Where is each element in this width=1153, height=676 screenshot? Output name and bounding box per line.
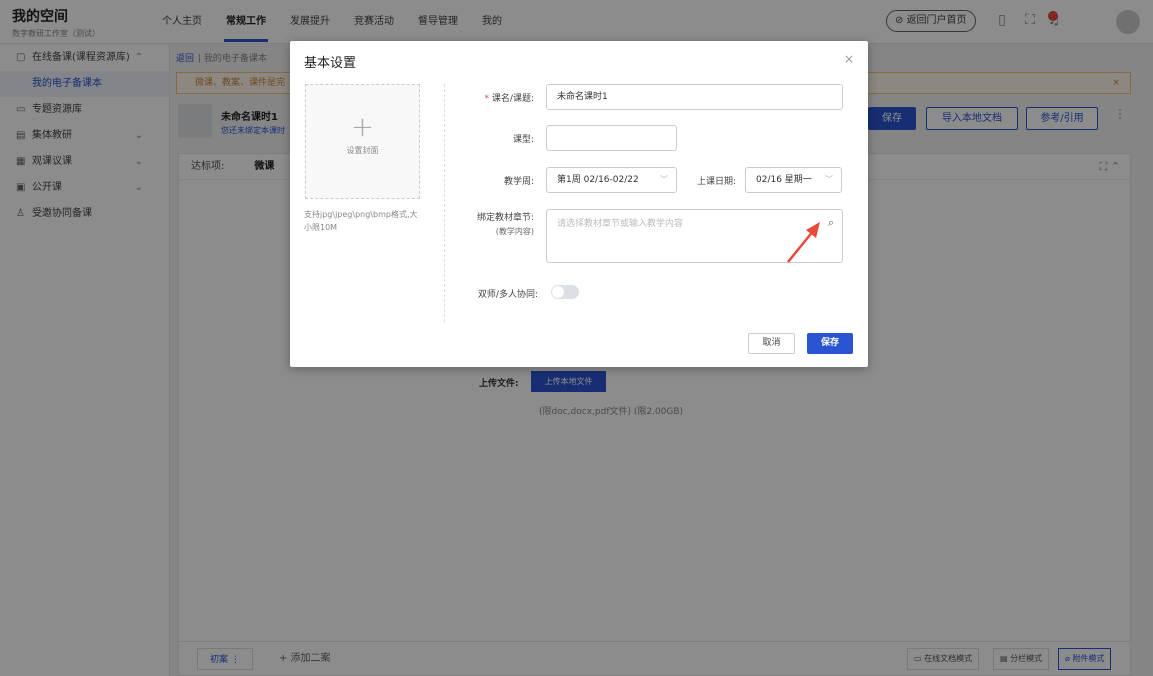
search-icon[interactable]: ⌕	[828, 216, 834, 230]
dialog-title: 基本设置	[304, 56, 357, 71]
plus-icon: +	[350, 110, 375, 143]
chevron-down-icon: ﹀	[825, 175, 833, 184]
cancel-button[interactable]: 取消	[748, 333, 795, 354]
required-mark: *	[484, 94, 492, 104]
arrow-icon	[787, 222, 820, 263]
date-select[interactable]: 02/16 星期一 ﹀	[745, 167, 842, 193]
cover-hint: 支持jpg\jpeg\png\bmp格式,大小限10M	[304, 210, 418, 232]
chapter-label: 绑定教材章节: (教学内容)	[476, 213, 534, 236]
course-name-input[interactable]: 未命名课时1	[546, 84, 843, 110]
dialog-save-button[interactable]: 保存	[807, 333, 853, 354]
basic-settings-dialog: 基本设置 × + 设置封面 支持jpg\jpeg\png\bmp格式,大小限10…	[290, 41, 868, 367]
close-icon[interactable]: ×	[844, 52, 854, 66]
course-type-input[interactable]	[546, 125, 677, 151]
set-cover-upload[interactable]: + 设置封面	[305, 84, 420, 199]
cover-label: 设置封面	[346, 146, 379, 155]
date-label: 上课日期:	[696, 177, 736, 187]
divider	[444, 84, 445, 322]
coop-label: 双师/多人协同:	[477, 290, 538, 300]
chevron-down-icon: ﹀	[660, 175, 668, 184]
week-label: 教学周:	[503, 177, 534, 187]
week-select[interactable]: 第1周 02/16-02/22 ﹀	[546, 167, 677, 193]
course-label: * 课名/课题:	[484, 94, 534, 104]
coop-toggle[interactable]	[551, 285, 579, 299]
type-label: 课型:	[512, 135, 534, 145]
